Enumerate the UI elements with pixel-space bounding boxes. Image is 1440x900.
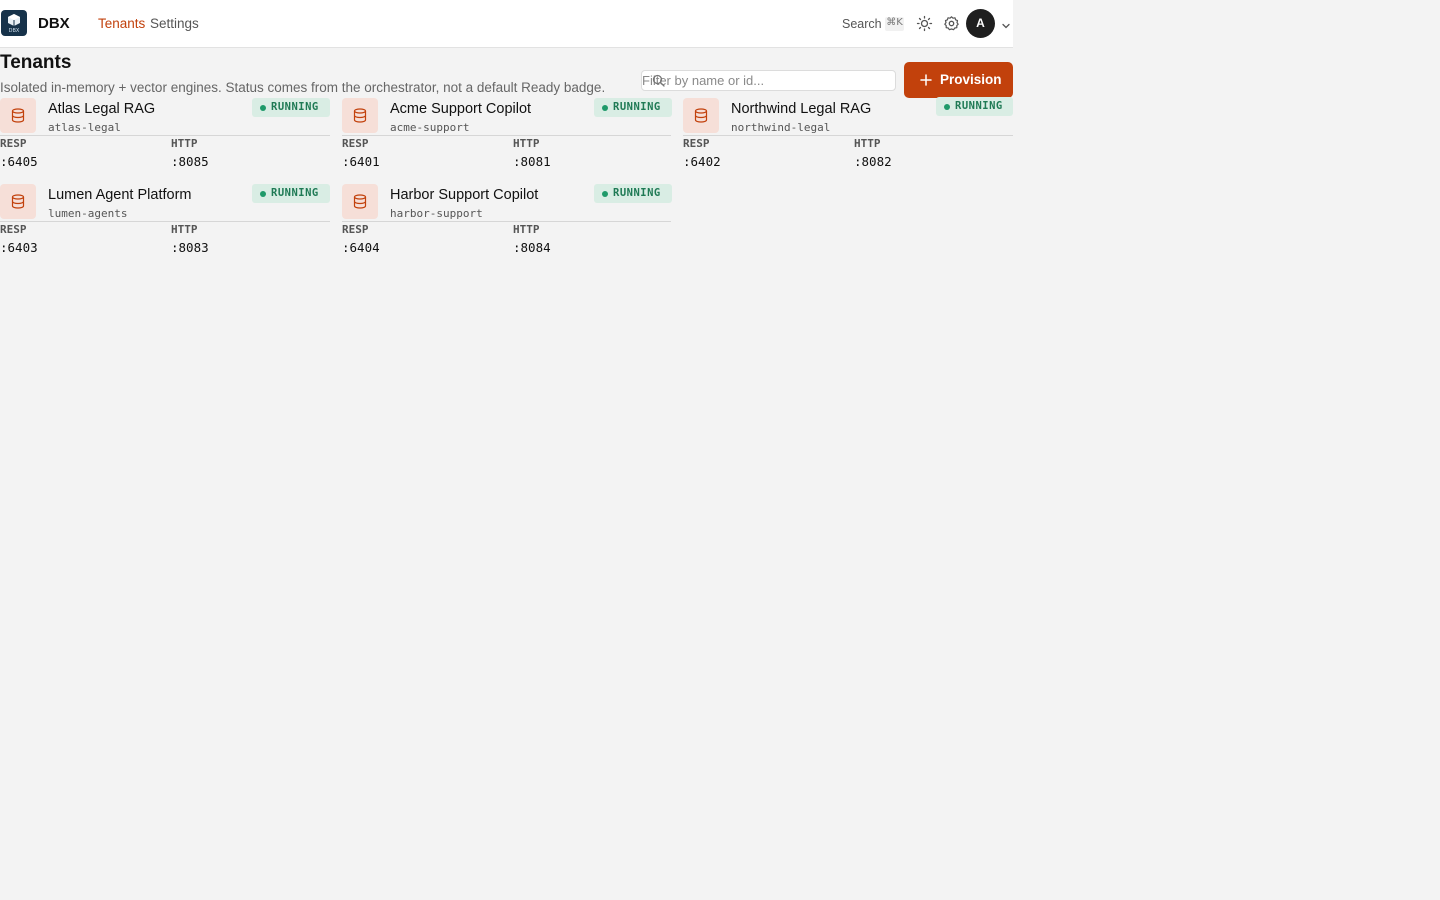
tenant-id: harbor-support <box>390 207 483 220</box>
user-avatar[interactable]: A <box>966 9 995 38</box>
tenant-name: Northwind Legal RAG <box>731 101 872 117</box>
database-icon-tile <box>342 184 378 219</box>
status-label: RUNNING <box>271 101 319 113</box>
brand-name: DBX <box>38 15 70 32</box>
resp-label: RESP <box>342 223 369 236</box>
status-dot <box>944 104 950 110</box>
http-port: :8082 <box>854 154 892 169</box>
status-label: RUNNING <box>955 100 1003 112</box>
tenant-name: Acme Support Copilot <box>390 101 532 117</box>
database-icon <box>353 108 367 123</box>
resp-port: :6405 <box>0 154 38 169</box>
divider <box>683 135 1013 136</box>
database-icon <box>11 108 25 123</box>
nav-settings[interactable]: Settings <box>150 16 199 31</box>
nav-tenants[interactable]: Tenants <box>98 16 145 31</box>
http-label: HTTP <box>513 223 540 236</box>
status-badge: RUNNING <box>252 184 330 203</box>
cube-icon <box>8 14 20 26</box>
tenant-card[interactable]: Lumen Agent Platform lumen-agents RUNNIN… <box>0 184 330 264</box>
resp-port: :6402 <box>683 154 721 169</box>
tenant-card[interactable]: Acme Support Copilot acme-support RUNNIN… <box>342 98 672 178</box>
status-dot <box>260 105 266 111</box>
settings-button[interactable] <box>943 15 960 32</box>
http-label: HTTP <box>171 223 198 236</box>
resp-label: RESP <box>342 137 369 150</box>
http-port: :8081 <box>513 154 551 169</box>
status-dot <box>602 191 608 197</box>
database-icon-tile <box>0 184 36 219</box>
resp-port: :6401 <box>342 154 380 169</box>
divider <box>342 135 671 136</box>
account-menu-toggle[interactable] <box>1001 18 1011 29</box>
http-port: :8085 <box>171 154 209 169</box>
provision-label: Provision <box>940 72 1002 87</box>
http-port: :8084 <box>513 240 551 255</box>
search-icon <box>652 74 665 87</box>
plus-icon <box>920 74 932 86</box>
tenant-card[interactable]: Harbor Support Copilot harbor-support RU… <box>342 184 672 264</box>
filter-field[interactable] <box>641 70 896 91</box>
tenant-id: acme-support <box>390 121 470 134</box>
chevron-down-icon <box>1002 23 1010 29</box>
database-icon-tile <box>0 98 36 133</box>
theme-toggle-button[interactable] <box>916 15 933 32</box>
page-title: Tenants <box>0 52 72 73</box>
status-label: RUNNING <box>271 187 319 199</box>
http-label: HTTP <box>854 137 881 150</box>
tenant-id: atlas-legal <box>48 121 121 134</box>
status-dot <box>602 105 608 111</box>
tenant-name: Atlas Legal RAG <box>48 101 156 117</box>
app-logo[interactable]: DBX <box>1 10 27 36</box>
resp-port: :6404 <box>342 240 380 255</box>
search-shortcut: ⌘K <box>885 17 904 31</box>
gear-icon <box>944 16 959 31</box>
status-label: RUNNING <box>613 101 661 113</box>
status-label: RUNNING <box>613 187 661 199</box>
top-bar: DBX DBX Tenants Settings Search ⌘K A <box>0 0 1013 48</box>
status-badge: RUNNING <box>252 98 330 117</box>
tenant-name: Lumen Agent Platform <box>48 187 192 203</box>
resp-label: RESP <box>0 223 27 236</box>
status-dot <box>260 191 266 197</box>
page-subtitle: Isolated in-memory + vector engines. Sta… <box>0 80 606 95</box>
resp-label: RESP <box>0 137 27 150</box>
divider <box>0 221 330 222</box>
status-badge: RUNNING <box>936 97 1013 116</box>
global-search-button[interactable]: Search <box>842 17 882 31</box>
resp-port: :6403 <box>0 240 38 255</box>
tenant-card[interactable]: Northwind Legal RAG northwind-legal RUNN… <box>683 97 1013 178</box>
http-port: :8083 <box>171 240 209 255</box>
tenant-id: lumen-agents <box>48 207 128 220</box>
resp-label: RESP <box>683 137 710 150</box>
database-icon-tile <box>683 98 719 133</box>
database-icon <box>694 108 708 123</box>
database-icon <box>11 194 25 209</box>
status-badge: RUNNING <box>594 98 672 117</box>
http-label: HTTP <box>171 137 198 150</box>
database-icon-tile <box>342 98 378 133</box>
divider <box>342 221 671 222</box>
provision-button[interactable]: Provision <box>904 62 1013 98</box>
divider <box>0 135 330 136</box>
http-label: HTTP <box>513 137 540 150</box>
tenant-id: northwind-legal <box>731 121 831 134</box>
database-icon <box>353 194 367 209</box>
filter-input[interactable] <box>642 71 895 90</box>
status-badge: RUNNING <box>594 184 672 203</box>
sun-icon <box>916 15 933 32</box>
logo-caption: DBX <box>8 28 20 34</box>
tenant-card[interactable]: Atlas Legal RAG atlas-legal RUNNING RESP… <box>0 98 330 178</box>
tenant-name: Harbor Support Copilot <box>390 187 539 203</box>
